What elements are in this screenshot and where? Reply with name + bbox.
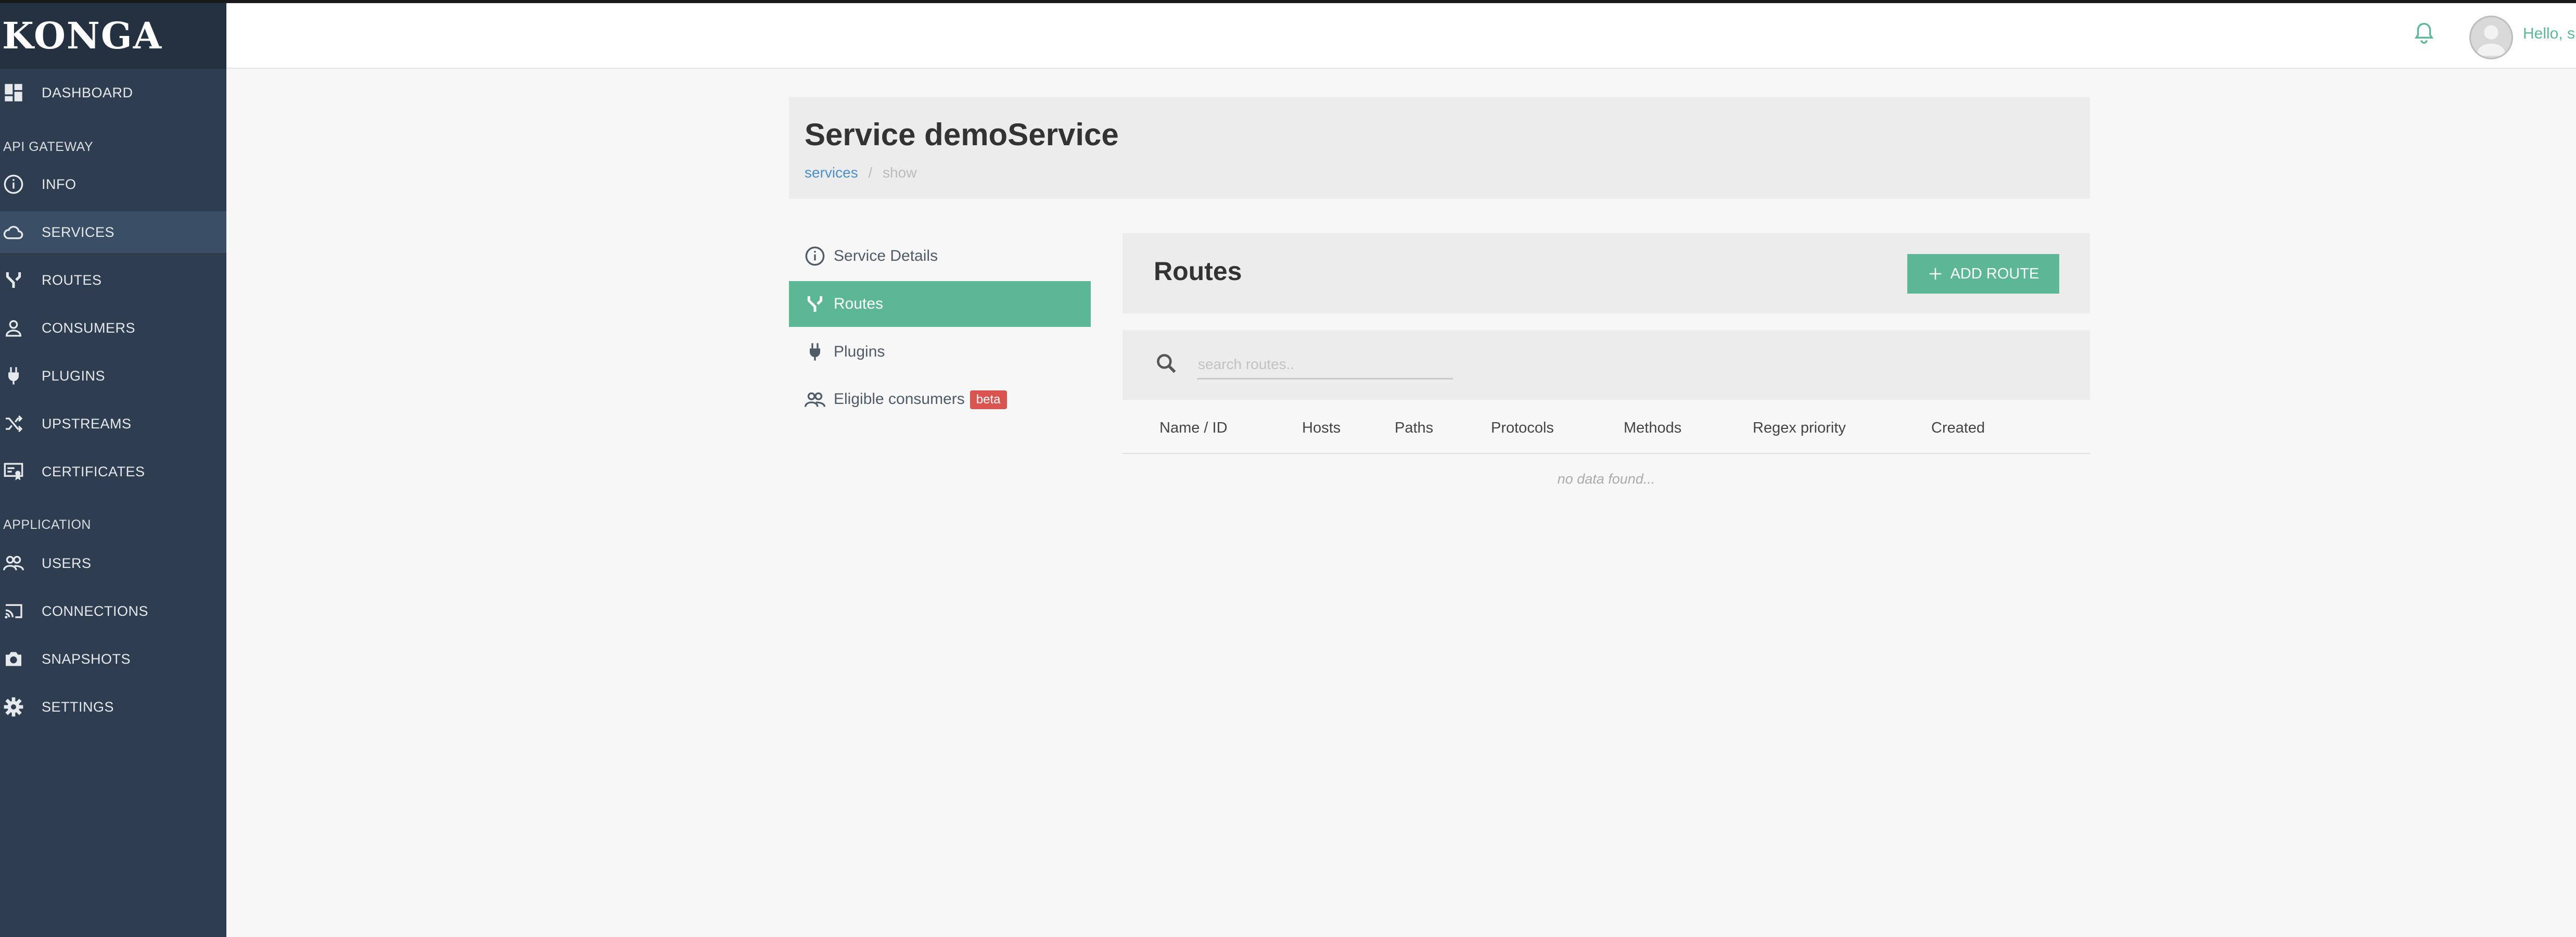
add-route-label: ADD ROUTE: [1950, 265, 2039, 282]
bell-icon[interactable]: [2414, 21, 2434, 46]
column-header-methods[interactable]: Methods: [1624, 420, 1681, 437]
user-greeting[interactable]: Hello, s: [2523, 25, 2575, 43]
sidebar-item-info[interactable]: INFO: [0, 163, 226, 205]
cast-icon: [5, 604, 22, 619]
sidebar-item-label: PLUGINS: [42, 368, 106, 384]
sidebar-item-label: CONNECTIONS: [42, 603, 149, 619]
routes-table-header: Name / ID Hosts Paths Protocols Methods …: [1123, 406, 2090, 454]
user-icon: [5, 320, 22, 337]
column-header-regex-priority[interactable]: Regex priority: [1753, 420, 1846, 437]
konga-logo[interactable]: KONGA: [0, 3, 226, 69]
page-title: Service demoService: [805, 117, 1119, 152]
certificate-icon: [4, 463, 23, 480]
top-bar: [226, 3, 2576, 69]
fork-icon: [6, 272, 21, 288]
sidebar-item-label: ROUTES: [42, 272, 102, 288]
section-label-api-gateway: API GATEWAY: [3, 140, 94, 154]
users-icon: [805, 392, 825, 407]
routes-title: Routes: [1154, 257, 1242, 286]
sidebar-item-plugins[interactable]: PLUGINS: [0, 355, 226, 397]
sidebar-item-certificates[interactable]: CERTIFICATES: [0, 451, 226, 492]
routes-search-bar: [1123, 330, 2090, 400]
subnav-label: Eligible consumers: [834, 390, 965, 408]
column-header-paths[interactable]: Paths: [1395, 420, 1433, 437]
section-label-application: APPLICATION: [3, 517, 91, 532]
column-header-hosts[interactable]: Hosts: [1302, 420, 1341, 437]
beta-badge: beta: [970, 390, 1007, 410]
cloud-icon: [3, 226, 23, 239]
page-header: Service demoService services / show: [789, 97, 2090, 199]
sidebar-item-upstreams[interactable]: UPSTREAMS: [0, 403, 226, 445]
avatar[interactable]: [2469, 16, 2513, 59]
plus-icon: [1929, 268, 1941, 280]
sidebar-item-label: SERVICES: [42, 224, 115, 240]
info-icon: [805, 246, 825, 266]
dashboard-icon: [5, 84, 22, 102]
shuffle-icon: [6, 415, 23, 433]
subnav-plugins[interactable]: Plugins: [789, 329, 1091, 375]
camera-icon: [6, 652, 21, 666]
subnav-label-with-badge: Eligible consumers beta: [834, 390, 1007, 410]
subnav-label: Plugins: [834, 343, 885, 360]
empty-state-text: no data found...: [1557, 471, 1655, 487]
sidebar-item-settings[interactable]: SETTINGS: [0, 686, 226, 728]
breadcrumb-link-services[interactable]: services: [805, 164, 858, 181]
info-icon: [4, 174, 23, 194]
column-header-created[interactable]: Created: [1931, 420, 1985, 437]
subnav-eligible-consumers[interactable]: Eligible consumers beta: [789, 377, 1091, 423]
gear-icon: [4, 697, 23, 717]
sidebar-item-label: USERS: [42, 555, 92, 571]
breadcrumb-separator: /: [868, 164, 873, 181]
sidebar-item-consumers[interactable]: CONSUMERS: [0, 307, 226, 349]
sidebar-item-dashboard[interactable]: DASHBOARD: [0, 72, 226, 113]
breadcrumb: services / show: [805, 164, 916, 181]
sidebar-item-label: INFO: [42, 176, 76, 192]
plug-icon: [809, 343, 821, 361]
subnav-service-details[interactable]: Service Details: [789, 233, 1091, 279]
user-silhouette-icon: [2477, 25, 2506, 56]
sidebar-item-label: SNAPSHOTS: [42, 651, 131, 667]
subnav-routes[interactable]: Routes: [789, 281, 1091, 327]
sidebar-item-users[interactable]: USERS: [0, 542, 226, 584]
sidebar-item-label: CERTIFICATES: [42, 463, 145, 479]
sidebar-item-label: DASHBOARD: [42, 84, 133, 100]
sidebar-item-services[interactable]: SERVICES: [0, 211, 226, 253]
subnav-label: Service Details: [834, 247, 938, 264]
sidebar-item-snapshots[interactable]: SNAPSHOTS: [0, 638, 226, 680]
breadcrumb-current: show: [883, 164, 917, 181]
column-header-name-id[interactable]: Name / ID: [1159, 420, 1228, 437]
sidebar-item-label: SETTINGS: [42, 699, 114, 715]
sidebar-item-label: UPSTREAMS: [42, 415, 132, 432]
routes-panel-header: Routes ADD ROUTE: [1123, 233, 2090, 313]
column-header-protocols[interactable]: Protocols: [1491, 420, 1554, 437]
fork-icon: [807, 296, 823, 312]
sidebar-item-connections[interactable]: CONNECTIONS: [0, 590, 226, 632]
plug-icon: [8, 367, 19, 385]
search-icon: [1157, 354, 1176, 373]
sidebar-item-routes[interactable]: ROUTES: [0, 259, 226, 301]
subnav-label: Routes: [834, 295, 884, 312]
sidebar-item-label: CONSUMERS: [42, 320, 136, 336]
search-routes-input[interactable]: [1197, 351, 1453, 379]
users-icon: [3, 555, 24, 571]
add-route-button[interactable]: ADD ROUTE: [1907, 254, 2059, 294]
